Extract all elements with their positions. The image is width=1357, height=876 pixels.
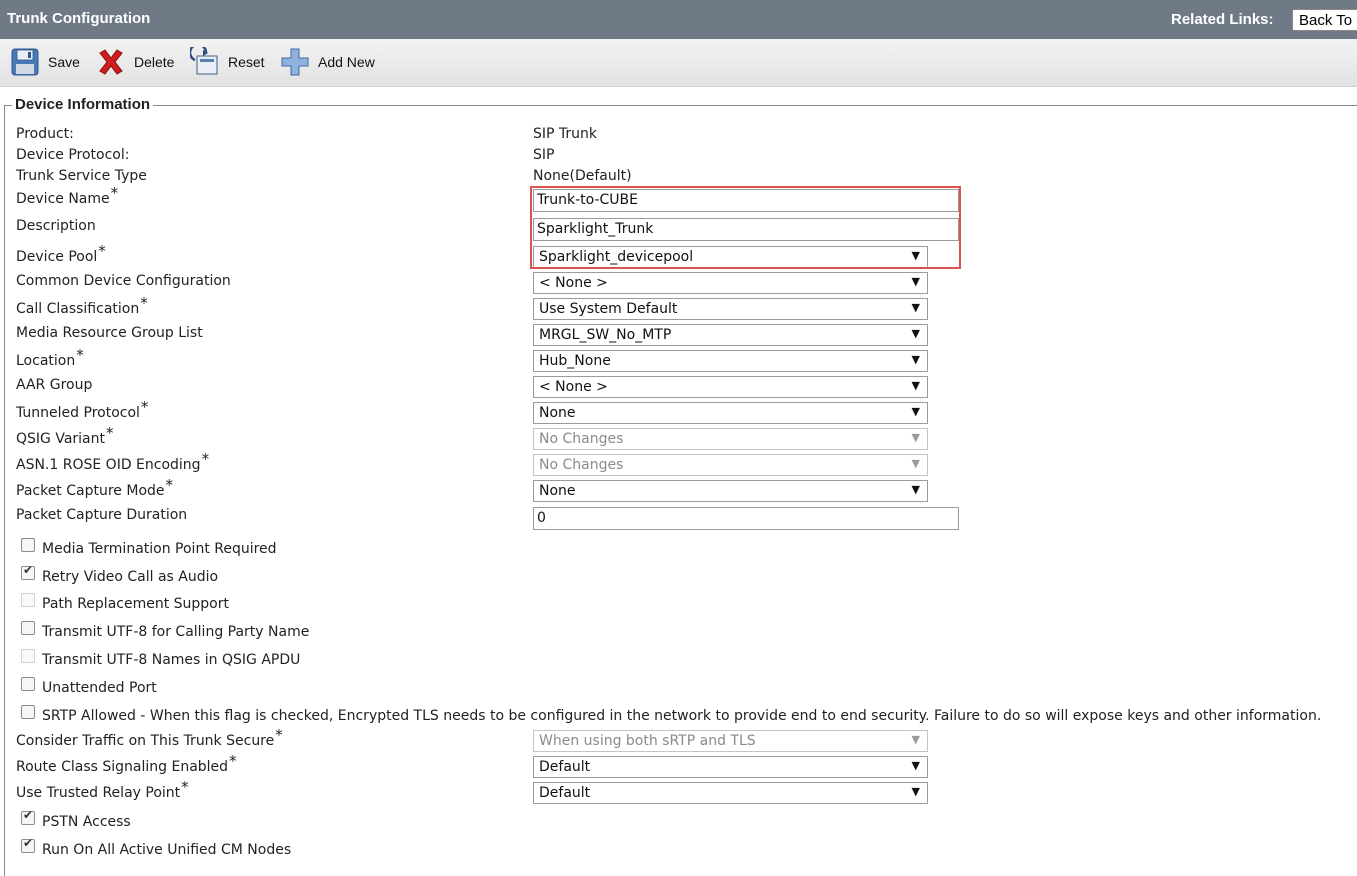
reset-label: Reset [228, 54, 265, 70]
consider-traffic-label: Consider Traffic on This Trunk Secure* [16, 726, 283, 749]
consider-traffic-select: When using both sRTP and TLS ▼ [533, 730, 928, 752]
qsig-variant-select: No Changes ▼ [533, 428, 928, 450]
reset-icon [190, 47, 220, 77]
related-links-select[interactable]: Back To [1292, 9, 1357, 31]
checkbox-box[interactable] [21, 621, 35, 635]
dropdown-arrow-icon: ▼ [911, 301, 920, 314]
aar-group-select[interactable]: < None > ▼ [533, 376, 928, 398]
utf8-calling-party-checkbox[interactable]: Transmit UTF-8 for Calling Party Name [21, 621, 309, 640]
packet-capture-mode-select[interactable]: None ▼ [533, 480, 928, 502]
trusted-relay-label: Use Trusted Relay Point* [16, 778, 189, 801]
common-device-config-label: Common Device Configuration [16, 273, 231, 289]
run-on-all-nodes-checkbox[interactable]: ✔ Run On All Active Unified CM Nodes [21, 836, 291, 858]
device-protocol-value: SIP [533, 147, 555, 163]
location-select[interactable]: Hub_None ▼ [533, 350, 928, 372]
dropdown-arrow-icon: ▼ [911, 353, 920, 366]
dropdown-arrow-icon: ▼ [911, 483, 920, 496]
checkbox-box [21, 649, 35, 663]
packet-capture-duration-label: Packet Capture Duration [16, 507, 188, 523]
mrgl-select[interactable]: MRGL_SW_No_MTP ▼ [533, 324, 928, 346]
checkbox-box [21, 593, 35, 607]
qsig-variant-label: QSIG Variant* [16, 424, 114, 447]
call-classification-label: Call Classification* [16, 294, 148, 317]
add-new-button[interactable]: Add New [280, 47, 375, 77]
dropdown-arrow-icon: ▼ [911, 379, 920, 392]
trunk-service-type-value: None(Default) [533, 168, 632, 184]
common-device-config-select[interactable]: < None > ▼ [533, 272, 928, 294]
device-protocol-label: Device Protocol: [16, 147, 130, 163]
mrgl-label: Media Resource Group List [16, 325, 203, 341]
product-value: SIP Trunk [533, 126, 598, 142]
dropdown-arrow-icon: ▼ [911, 327, 920, 340]
unattended-port-checkbox[interactable]: Unattended Port [21, 677, 157, 696]
delete-x-icon [96, 47, 126, 77]
section-legend: Device Information [12, 96, 154, 113]
srtp-allowed-checkbox[interactable]: SRTP Allowed - When this flag is checked… [21, 705, 1321, 724]
description-label: Description [16, 218, 96, 234]
checkbox-box[interactable] [21, 538, 35, 552]
checkbox-box[interactable]: ✔ [21, 836, 35, 853]
trunk-service-type-label: Trunk Service Type [16, 168, 147, 184]
retry-video-checkbox[interactable]: ✔ Retry Video Call as Audio [21, 563, 218, 585]
checkmark-icon: ✔ [23, 808, 34, 822]
checkmark-icon: ✔ [23, 563, 34, 577]
utf8-qsig-checkbox: Transmit UTF-8 Names in QSIG APDU [21, 649, 300, 668]
device-pool-label: Device Pool* [16, 242, 106, 265]
dropdown-arrow-icon: ▼ [911, 759, 920, 772]
save-button[interactable]: Save [10, 47, 80, 77]
location-label: Location* [16, 346, 84, 369]
plus-icon [280, 47, 310, 77]
checkbox-box[interactable] [21, 705, 35, 719]
related-links-label: Related Links: [1171, 11, 1274, 28]
toolbar: Save Delete Reset Add New [0, 39, 1357, 87]
dropdown-arrow-icon: ▼ [911, 275, 920, 288]
tunneled-protocol-select[interactable]: None ▼ [533, 402, 928, 424]
checkmark-icon: ✔ [23, 836, 34, 850]
save-label: Save [48, 54, 80, 70]
dropdown-arrow-icon: ▼ [911, 431, 920, 444]
dropdown-arrow-icon: ▼ [911, 405, 920, 418]
mtp-required-checkbox[interactable]: Media Termination Point Required [21, 538, 277, 557]
checkbox-box[interactable]: ✔ [21, 808, 35, 825]
aar-group-label: AAR Group [16, 377, 93, 393]
save-icon [10, 47, 40, 77]
route-class-select[interactable]: Default ▼ [533, 756, 928, 778]
checkbox-box[interactable] [21, 677, 35, 691]
checkbox-box[interactable]: ✔ [21, 563, 35, 580]
product-label: Product: [16, 126, 74, 142]
dropdown-arrow-icon: ▼ [911, 733, 920, 746]
dropdown-arrow-icon: ▼ [911, 785, 920, 798]
path-replacement-checkbox: Path Replacement Support [21, 593, 229, 612]
add-new-label: Add New [318, 54, 375, 70]
call-classification-select[interactable]: Use System Default ▼ [533, 298, 928, 320]
packet-capture-mode-label: Packet Capture Mode* [16, 476, 174, 499]
asn1-select: No Changes ▼ [533, 454, 928, 476]
route-class-label: Route Class Signaling Enabled* [16, 752, 237, 775]
pstn-access-checkbox[interactable]: ✔ PSTN Access [21, 808, 131, 830]
reset-button[interactable]: Reset [190, 47, 265, 77]
title-bar: Trunk Configuration Related Links: Back … [0, 0, 1357, 39]
trusted-relay-select[interactable]: Default ▼ [533, 782, 928, 804]
highlight-annotation [530, 186, 961, 269]
page-title: Trunk Configuration [7, 10, 151, 27]
dropdown-arrow-icon: ▼ [911, 457, 920, 470]
delete-button[interactable]: Delete [96, 47, 174, 77]
packet-capture-duration-input[interactable]: 0 [533, 507, 959, 530]
delete-label: Delete [134, 54, 175, 70]
device-name-label: Device Name* [16, 184, 119, 207]
tunneled-protocol-label: Tunneled Protocol* [16, 398, 149, 421]
asn1-label: ASN.1 ROSE OID Encoding* [16, 450, 210, 473]
